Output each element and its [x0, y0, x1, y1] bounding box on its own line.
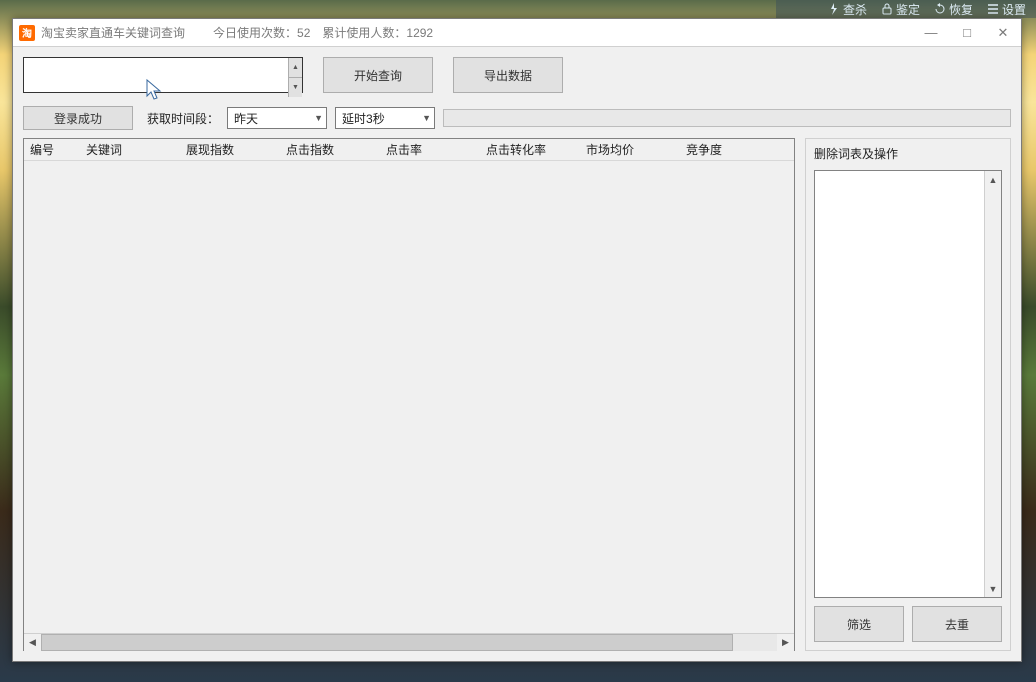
- refresh-icon: [934, 3, 946, 15]
- usage-total-count: 1292: [406, 26, 433, 40]
- maximize-button[interactable]: □: [949, 19, 985, 46]
- time-range-label: 获取时间段：: [147, 110, 219, 127]
- spinner-down[interactable]: ▼: [289, 78, 302, 97]
- bolt-icon: [828, 3, 840, 15]
- content-area: 编号 关键词 展现指数 点击指数 点击率 点击转化率 市场均价 竞争度 ◀ ▶: [23, 138, 1011, 651]
- time-range-dropdown[interactable]: 昨天 ▼: [227, 107, 327, 129]
- side-panel: 删除词表及操作 ▲ ▼ 筛选 去重: [805, 138, 1011, 651]
- keywords-wrap: ▲ ▼: [23, 57, 303, 98]
- results-table: 编号 关键词 展现指数 点击指数 点击率 点击转化率 市场均价 竞争度 ◀ ▶: [23, 138, 795, 651]
- delay-dropdown[interactable]: 延时3秒 ▼: [335, 107, 435, 129]
- close-button[interactable]: ✕: [985, 19, 1021, 46]
- usage-today-count: 52: [297, 26, 310, 40]
- main-window: 淘 淘宝卖家直通车关键词查询 今日使用次数：52 累计使用人数：1292 — □…: [12, 18, 1022, 662]
- time-range-value: 昨天: [234, 110, 258, 127]
- keywords-input[interactable]: [23, 57, 303, 93]
- delete-words-box[interactable]: ▲ ▼: [814, 170, 1002, 598]
- sys-item-settings[interactable]: 设置: [987, 1, 1026, 18]
- sys-item-scan[interactable]: 查杀: [828, 1, 867, 18]
- window-controls: — □ ✕: [913, 19, 1021, 46]
- menu-icon: [987, 3, 999, 15]
- lock-icon: [881, 3, 893, 15]
- progress-bar: [443, 109, 1011, 127]
- table-body[interactable]: [24, 161, 794, 633]
- chevron-down-icon: ▼: [422, 113, 431, 123]
- usage-total-label: 累计使用人数：: [322, 26, 406, 40]
- app-icon: 淘: [19, 25, 35, 41]
- table-header: 编号 关键词 展现指数 点击指数 点击率 点击转化率 市场均价 竞争度: [24, 139, 794, 161]
- col-ctr[interactable]: 点击率: [380, 139, 480, 161]
- scroll-track[interactable]: [41, 634, 777, 651]
- window-title: 淘宝卖家直通车关键词查询: [41, 24, 185, 41]
- scroll-left-arrow[interactable]: ◀: [24, 634, 41, 651]
- titlebar[interactable]: 淘 淘宝卖家直通车关键词查询 今日使用次数：52 累计使用人数：1292 — □…: [13, 19, 1021, 47]
- sys-item-label: 恢复: [949, 1, 973, 18]
- options-row: 登录成功 获取时间段： 昨天 ▼ 延时3秒 ▼: [23, 106, 1011, 130]
- keywords-spinner: ▲ ▼: [288, 58, 302, 97]
- col-id[interactable]: 编号: [24, 139, 80, 161]
- col-cvr[interactable]: 点击转化率: [480, 139, 580, 161]
- scroll-right-arrow[interactable]: ▶: [777, 634, 794, 651]
- col-price[interactable]: 市场均价: [580, 139, 680, 161]
- delay-value: 延时3秒: [342, 110, 385, 127]
- vertical-scrollbar: ▲ ▼: [984, 171, 1001, 597]
- col-compete[interactable]: 竞争度: [680, 139, 794, 161]
- filter-button[interactable]: 筛选: [814, 606, 904, 642]
- export-button[interactable]: 导出数据: [453, 57, 563, 93]
- scroll-down-arrow[interactable]: ▼: [985, 580, 1001, 597]
- client-area: ▲ ▼ 开始查询 导出数据 登录成功 获取时间段： 昨天 ▼ 延时3秒 ▼: [13, 47, 1021, 661]
- side-buttons: 筛选 去重: [814, 606, 1002, 642]
- login-status-button[interactable]: 登录成功: [23, 106, 133, 130]
- scroll-up-arrow[interactable]: ▲: [985, 171, 1001, 188]
- dedupe-button[interactable]: 去重: [912, 606, 1002, 642]
- col-click[interactable]: 点击指数: [280, 139, 380, 161]
- col-keyword[interactable]: 关键词: [80, 139, 180, 161]
- side-panel-title: 删除词表及操作: [814, 145, 1002, 162]
- usage-today: 今日使用次数：52: [213, 24, 310, 41]
- spinner-up[interactable]: ▲: [289, 58, 302, 78]
- scroll-vtrack[interactable]: [985, 188, 1001, 580]
- horizontal-scrollbar: ◀ ▶: [24, 633, 794, 650]
- minimize-button[interactable]: —: [913, 19, 949, 46]
- app-icon-text: 淘: [22, 25, 32, 40]
- sys-item-label: 设置: [1002, 1, 1026, 18]
- usage-total: 累计使用人数：1292: [322, 24, 433, 41]
- col-impress[interactable]: 展现指数: [180, 139, 280, 161]
- sys-item-identify[interactable]: 鉴定: [881, 1, 920, 18]
- sys-item-label: 查杀: [843, 1, 867, 18]
- usage-today-label: 今日使用次数：: [213, 26, 297, 40]
- query-row: ▲ ▼ 开始查询 导出数据: [23, 57, 1011, 98]
- sys-item-restore[interactable]: 恢复: [934, 1, 973, 18]
- start-query-button[interactable]: 开始查询: [323, 57, 433, 93]
- scroll-thumb[interactable]: [41, 634, 733, 651]
- sys-item-label: 鉴定: [896, 1, 920, 18]
- system-toolbar: 查杀 鉴定 恢复 设置: [776, 0, 1036, 18]
- chevron-down-icon: ▼: [314, 113, 323, 123]
